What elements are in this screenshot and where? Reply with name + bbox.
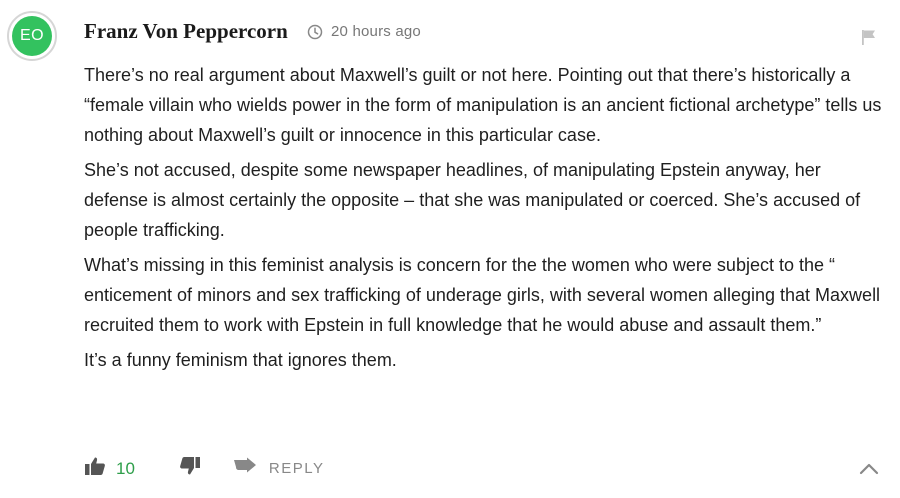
like-count: 10 [116,458,135,478]
clock-icon [307,24,323,40]
reply-arrow-icon [233,457,257,480]
avatar[interactable]: EO [7,11,57,61]
reply-label: REPLY [268,460,325,477]
dislike-button[interactable] [179,456,201,481]
comment-paragraph: There’s no real argument about Maxwell’s… [84,65,882,145]
reply-button[interactable]: REPLY [233,457,325,480]
comment-paragraph: She’s not accused, despite some newspape… [84,160,861,240]
thumbs-down-icon [179,456,201,481]
timestamp[interactable]: 20 hours ago [331,23,421,40]
comment-actions: 10 REPLY [84,456,325,481]
author-name[interactable]: Franz Von Peppercorn [84,19,288,44]
chevron-up-icon[interactable] [859,462,879,481]
like-button[interactable]: 10 [84,456,135,481]
comment-paragraph: What’s missing in this feminist analysis… [84,255,881,335]
avatar-initials: EO [12,16,52,56]
comment-paragraph: It’s a funny feminism that ignores them. [84,350,397,370]
flag-icon[interactable] [860,28,878,51]
comment: EO Franz Von Peppercorn 20 hours ago The… [0,0,900,498]
comment-body: There’s no real argument about Maxwell’s… [84,60,884,380]
thumbs-up-icon [84,456,106,481]
timestamp-group: 20 hours ago [307,23,421,40]
